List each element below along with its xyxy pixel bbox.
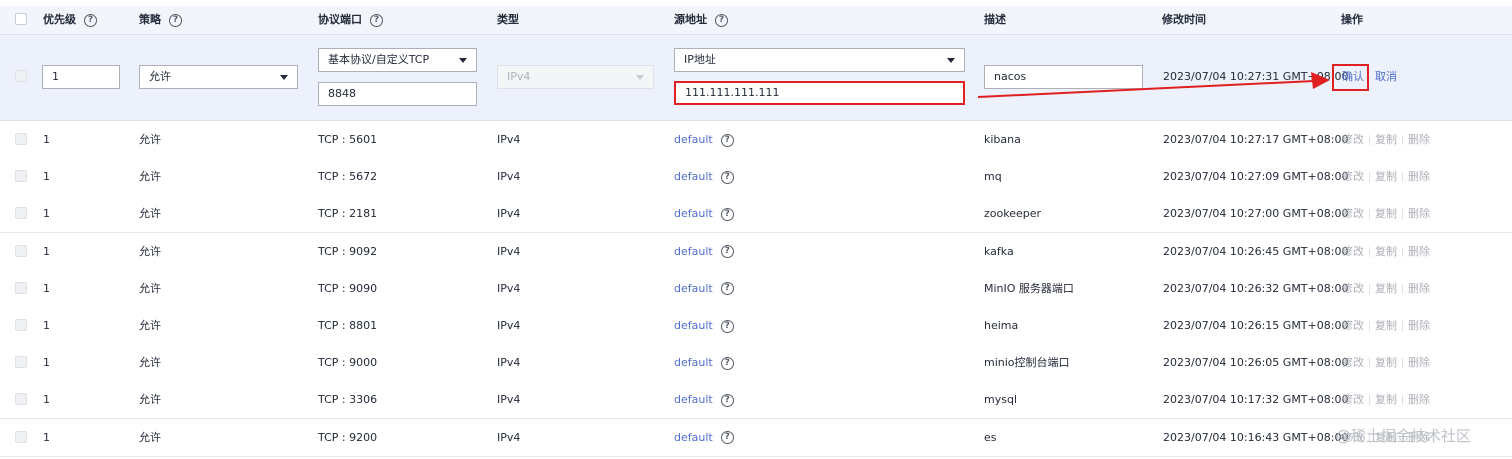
watermark: @稀土掘金技术社区 [1336, 427, 1472, 445]
annotation-arrow-icon [977, 72, 1330, 98]
